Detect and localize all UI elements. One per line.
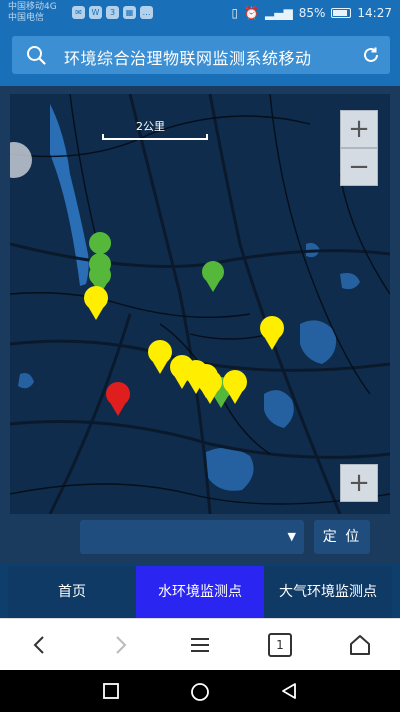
scale-label: 2公里: [136, 120, 165, 133]
search-bar[interactable]: 环境综合治理物联网监测系统移动: [12, 36, 390, 74]
alarm-icon: ⏰: [244, 6, 260, 20]
weibo-icon: W: [89, 6, 102, 19]
system-nav-bar: [0, 670, 400, 712]
calendar-icon: ▦: [123, 6, 136, 19]
map-marker[interactable]: [148, 340, 172, 374]
app-header: 环境综合治理物联网监测系统移动: [0, 28, 400, 86]
page-title: 环境综合治理物联网监测系统移动: [64, 49, 312, 68]
scale-bar: [102, 134, 208, 140]
tab-home[interactable]: 首页: [8, 566, 136, 618]
message-icon: ✉: [72, 6, 85, 19]
tab-air-monitoring[interactable]: 大气环境监测点: [264, 566, 392, 618]
bottom-tabs: 首页 水环境监测点 大气环境监测点: [8, 566, 392, 618]
search-icon[interactable]: [26, 45, 46, 65]
status-bar: 中国移动4G 中国电信 ✉ W 3 ▦ … ▯ ⏰ ▂▄▆ 85% 14:27: [0, 0, 400, 28]
status-right: ▯ ⏰ ▂▄▆ 85% 14:27: [231, 6, 392, 20]
refresh-icon[interactable]: [362, 46, 380, 64]
map-marker[interactable]: [106, 382, 130, 416]
zoom-out-button[interactable]: −: [340, 148, 378, 186]
carrier-2: 中国电信: [8, 13, 45, 23]
tab-water-monitoring[interactable]: 水环境监测点: [136, 566, 264, 618]
map-marker[interactable]: [202, 261, 224, 292]
zoom-control-secondary: +: [340, 464, 378, 502]
more-icon: …: [140, 6, 153, 19]
back-nav-icon[interactable]: [280, 682, 298, 700]
menu-icon[interactable]: [188, 633, 212, 657]
clock: 14:27: [357, 6, 392, 20]
carrier-1: 中国移动4G: [8, 2, 57, 12]
zoom-in-button[interactable]: +: [340, 110, 378, 148]
browser-toolbar: 1: [0, 618, 400, 670]
home-icon[interactable]: [348, 633, 372, 657]
zoom-in-button-2[interactable]: +: [340, 464, 378, 502]
forward-icon[interactable]: [108, 633, 132, 657]
vibrate-icon: ▯: [231, 6, 239, 20]
recent-apps-icon[interactable]: [102, 682, 120, 700]
map-marker[interactable]: [223, 370, 247, 404]
signal-icon: ▂▄▆: [265, 6, 293, 20]
map-marker[interactable]: [84, 286, 108, 320]
battery-icon: [331, 8, 352, 18]
locate-button[interactable]: 定 位: [314, 520, 370, 554]
back-icon[interactable]: [28, 633, 52, 657]
map-marker[interactable]: [260, 316, 284, 350]
chevron-down-icon[interactable]: ▼: [288, 530, 296, 543]
tabs-count-button[interactable]: 1: [268, 633, 292, 657]
battery-percent: 85%: [298, 6, 326, 20]
map-tiles: [10, 94, 390, 514]
app-icon: 3: [106, 6, 119, 19]
home-button-icon[interactable]: [190, 682, 210, 702]
notification-icons: ✉ W 3 ▦ …: [72, 6, 153, 19]
map-frame: 2公里 + − + ▼ 定 位: [0, 86, 400, 564]
zoom-control: + −: [340, 110, 378, 186]
carrier-info: 中国移动4G 中国电信: [8, 2, 57, 24]
map-view[interactable]: 2公里 + − +: [10, 94, 390, 514]
station-select[interactable]: ▼: [80, 520, 304, 554]
